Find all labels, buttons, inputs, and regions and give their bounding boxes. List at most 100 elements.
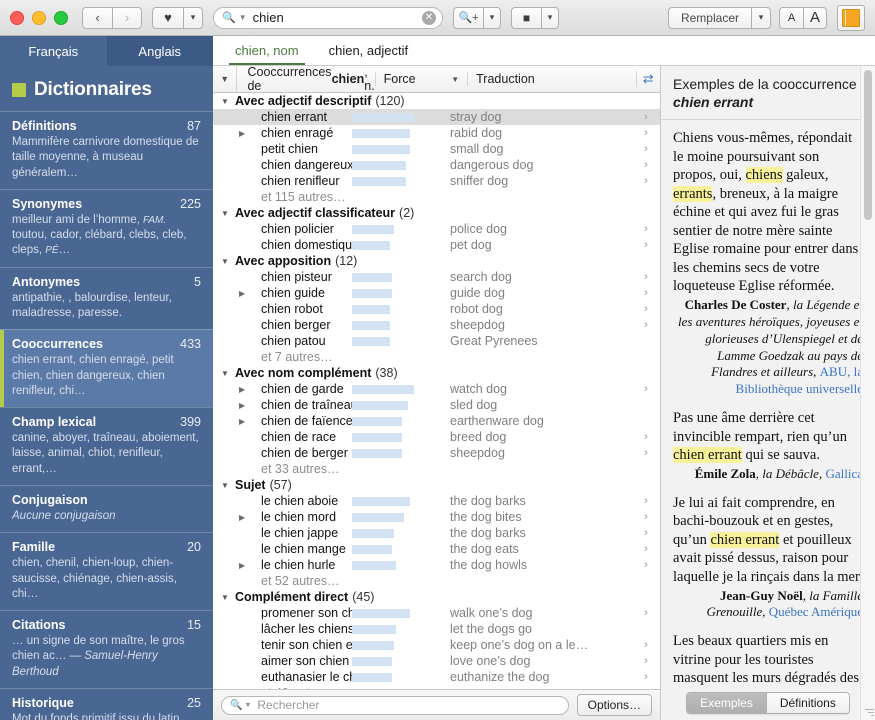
show-more-link[interactable]: et 115 autres… bbox=[213, 189, 660, 205]
cooccurrence-row[interactable]: le chien aboie the dog barks › bbox=[213, 493, 660, 509]
show-more-link[interactable]: et 7 autres… bbox=[213, 349, 660, 365]
sidebar-item-2[interactable]: Synonymes 225 meilleur ami de l’homme, FAM… bbox=[0, 188, 213, 267]
row-expander-icon[interactable]: ▶ bbox=[213, 417, 261, 426]
row-chevron-icon[interactable]: › bbox=[632, 655, 660, 667]
cooccurrence-row[interactable]: ▶ chien de faïence earthenware dog bbox=[213, 413, 660, 429]
sidebar-item-9[interactable]: Historique 25 Mot du fonds primitif issu d… bbox=[0, 687, 213, 720]
cooccurrence-row[interactable]: ▶ chien de garde watch dog › bbox=[213, 381, 660, 397]
resize-handle[interactable] bbox=[862, 707, 874, 719]
row-chevron-icon[interactable]: › bbox=[632, 559, 660, 571]
triangle-down-icon[interactable]: ▼ bbox=[221, 257, 235, 266]
cooccurrence-row[interactable]: euthanasier le chien euthanize the dog › bbox=[213, 669, 660, 685]
sidebar-item-1[interactable]: Définitions 87 Mammifère carnivore domesti… bbox=[0, 111, 213, 189]
row-chevron-icon[interactable]: › bbox=[632, 111, 660, 123]
favorite-button[interactable]: ♥ bbox=[152, 6, 183, 29]
row-expander-icon[interactable]: ▶ bbox=[213, 561, 261, 570]
row-chevron-icon[interactable]: › bbox=[632, 431, 660, 443]
disclosure-all-icon[interactable]: ▼ bbox=[213, 74, 236, 84]
examples-scrollbar[interactable] bbox=[860, 66, 875, 720]
triangle-down-icon[interactable]: ▼ bbox=[221, 481, 235, 490]
triangle-down-icon[interactable]: ▼ bbox=[221, 97, 235, 106]
triangle-down-icon[interactable]: ▼ bbox=[221, 209, 235, 218]
sidebar-item-6[interactable]: Conjugaison Aucune conjugaison bbox=[0, 484, 213, 532]
zoom-menu-button[interactable]: ▾ bbox=[483, 6, 501, 29]
examples-body[interactable]: Chiens vous-mêmes, répondait le moine po… bbox=[661, 120, 875, 686]
sidebar-item-3[interactable]: Antonymes 5 antipathie, , balourdise, lent… bbox=[0, 266, 213, 330]
group-header[interactable]: ▼ Avec adjectif descriptif (120) bbox=[213, 93, 660, 109]
scrollbar-thumb[interactable] bbox=[864, 70, 872, 220]
row-expander-icon[interactable]: ▶ bbox=[213, 129, 261, 138]
group-header[interactable]: ▼ Avec nom complément (38) bbox=[213, 365, 660, 381]
row-chevron-icon[interactable]: › bbox=[632, 607, 660, 619]
sidebar-item-7[interactable]: Famille 20 chien, chenil, chien-loup, chie… bbox=[0, 532, 213, 610]
forward-button[interactable]: › bbox=[112, 6, 142, 29]
cooccurrence-row[interactable]: tenir son chien en laisse keep one’s dog … bbox=[213, 637, 660, 653]
sidebar-item-8[interactable]: Citations 15… un signe de son maître, le … bbox=[0, 610, 213, 688]
clear-search-icon[interactable]: ✕ bbox=[422, 10, 436, 25]
row-chevron-icon[interactable]: › bbox=[632, 639, 660, 651]
row-chevron-icon[interactable]: › bbox=[632, 287, 660, 299]
close-window-button[interactable] bbox=[10, 10, 24, 25]
tab-chien-adjectif[interactable]: chien, adjectif bbox=[323, 39, 415, 65]
cooccurrence-row[interactable]: ▶ chien de traîneau sled dog bbox=[213, 397, 660, 413]
trash-button[interactable]: ■ bbox=[511, 6, 541, 29]
cooccurrence-list[interactable]: ▼ Avec adjectif descriptif (120) chien erra… bbox=[213, 93, 660, 689]
swap-arrows-icon[interactable]: ⇄ bbox=[635, 71, 660, 87]
row-chevron-icon[interactable]: › bbox=[632, 223, 660, 235]
cooccurrence-row[interactable]: lâcher les chiens let the dogs go bbox=[213, 621, 660, 637]
tab-chien-nom[interactable]: chien, nom bbox=[229, 39, 305, 65]
cooccurrence-row[interactable]: aimer son chien love one’s dog › bbox=[213, 653, 660, 669]
cooccurrence-row[interactable]: chien berger sheepdog › bbox=[213, 317, 660, 333]
row-chevron-icon[interactable]: › bbox=[632, 303, 660, 315]
row-chevron-icon[interactable]: › bbox=[632, 239, 660, 251]
row-chevron-icon[interactable]: › bbox=[632, 671, 660, 683]
tab-francais[interactable]: Français bbox=[0, 36, 107, 66]
row-chevron-icon[interactable]: › bbox=[632, 543, 660, 555]
column-header-term[interactable]: Cooccurrences de chien, n. bbox=[236, 66, 375, 93]
row-chevron-icon[interactable]: › bbox=[632, 159, 660, 171]
show-more-link[interactable]: et 52 autres… bbox=[213, 573, 660, 589]
row-expander-icon[interactable]: ▶ bbox=[213, 289, 261, 298]
row-chevron-icon[interactable]: › bbox=[632, 175, 660, 187]
filter-search-field[interactable]: 🔍 ▼ Rechercher bbox=[221, 695, 569, 715]
sidebar-item-4[interactable]: Cooccurrences 433 chien errant, chien enra… bbox=[0, 329, 213, 408]
show-more-link[interactable]: et 33 autres… bbox=[213, 461, 660, 477]
trash-menu-button[interactable]: ▾ bbox=[541, 6, 559, 29]
dictionary-toggle-button[interactable] bbox=[837, 4, 865, 31]
triangle-down-icon[interactable]: ▼ bbox=[221, 593, 235, 602]
cooccurrence-row[interactable]: chien policier police dog › bbox=[213, 221, 660, 237]
cooccurrence-row[interactable]: chien de berger sheepdog › bbox=[213, 445, 660, 461]
row-chevron-icon[interactable]: › bbox=[632, 319, 660, 331]
row-chevron-icon[interactable]: › bbox=[632, 511, 660, 523]
triangle-down-icon[interactable]: ▼ bbox=[221, 369, 235, 378]
row-expander-icon[interactable]: ▶ bbox=[213, 401, 261, 410]
replace-menu-button[interactable]: ▾ bbox=[751, 6, 771, 29]
cooccurrence-row[interactable]: chien patou Great Pyrenees bbox=[213, 333, 660, 349]
chevron-down-icon[interactable]: ▼ bbox=[239, 13, 247, 22]
back-button[interactable]: ‹ bbox=[82, 6, 112, 29]
cooccurrence-row[interactable]: promener son chien walk one’s dog › bbox=[213, 605, 660, 621]
row-chevron-icon[interactable]: › bbox=[632, 495, 660, 507]
segment-definitions[interactable]: Définitions bbox=[765, 693, 849, 713]
quote-source-link[interactable]: Québec Amérique bbox=[769, 604, 863, 619]
cooccurrence-row[interactable]: petit chien small dog › bbox=[213, 141, 660, 157]
row-chevron-icon[interactable]: › bbox=[632, 447, 660, 459]
row-chevron-icon[interactable]: › bbox=[632, 527, 660, 539]
search-field[interactable]: 🔍 ▼ chien ✕ bbox=[213, 6, 443, 29]
cooccurrence-row[interactable]: chien errant stray dog › bbox=[213, 109, 660, 125]
chevron-down-icon[interactable]: ▼ bbox=[244, 702, 251, 709]
column-header-force[interactable]: Force ▼ bbox=[374, 72, 468, 86]
options-button[interactable]: Options… bbox=[576, 694, 652, 716]
sidebar-item-5[interactable]: Champ lexical 399 canine, aboyer, traîneau… bbox=[0, 407, 213, 485]
cooccurrence-row[interactable]: chien de race breed dog › bbox=[213, 429, 660, 445]
quote-source-link[interactable]: Gallica bbox=[825, 466, 863, 481]
row-expander-icon[interactable]: ▶ bbox=[213, 385, 261, 394]
cooccurrence-row[interactable]: chien dangereux dangerous dog › bbox=[213, 157, 660, 173]
group-header[interactable]: ▼ Avec adjectif classificateur (2) bbox=[213, 205, 660, 221]
decrease-font-button[interactable]: A bbox=[779, 6, 803, 29]
group-header[interactable]: ▼ Avec apposition (12) bbox=[213, 253, 660, 269]
group-header[interactable]: ▼ Sujet (57) bbox=[213, 477, 660, 493]
show-more-link[interactable]: et 40 autres… bbox=[213, 685, 660, 689]
cooccurrence-row[interactable]: ▶ le chien mord the dog bites › bbox=[213, 509, 660, 525]
column-header-translation[interactable]: Traduction bbox=[467, 72, 635, 86]
